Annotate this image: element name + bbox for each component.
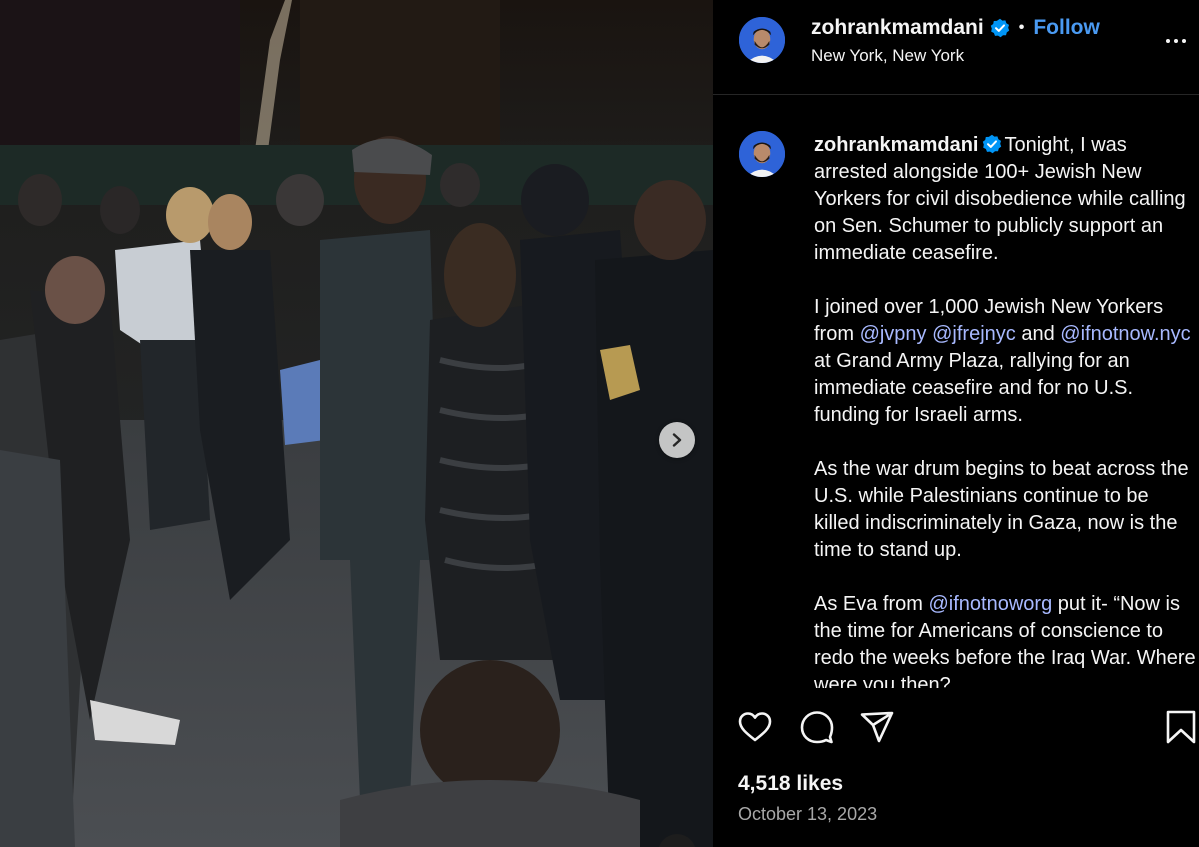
caption-paragraph: As the war drum begins to beat across th… [814, 458, 1189, 561]
mention-link[interactable]: @jvpny [860, 323, 927, 345]
like-count[interactable]: 4,518 likes [738, 772, 843, 796]
action-bar [713, 690, 1199, 760]
caption-text: and [1015, 323, 1061, 345]
caption-text: at Grand Army Plaza, rallying for an imm… [814, 350, 1134, 426]
mention-link[interactable]: @ifnotnoworg [928, 593, 1052, 615]
comment-bubble-icon [800, 711, 834, 744]
avatar-portrait [739, 17, 785, 63]
author-avatar[interactable] [737, 15, 787, 65]
post-date: October 13, 2023 [738, 804, 878, 824]
post-photo [0, 0, 713, 847]
instagram-post: zohrankmamdani • Follow New York, New Yo… [0, 0, 1199, 847]
mention-link[interactable]: @ifnotnow.nyc [1060, 323, 1190, 345]
post-location[interactable]: New York, New York [811, 46, 964, 66]
follow-button[interactable]: Follow [1033, 16, 1100, 40]
post-header: zohrankmamdani • Follow New York, New Yo… [713, 0, 1199, 95]
header-username[interactable]: zohrankmamdani [811, 16, 984, 40]
share-button[interactable] [859, 709, 895, 745]
heart-icon [738, 712, 772, 742]
avatar-portrait [739, 131, 785, 177]
caption-paragraph: I joined over 1,000 Jewish New Yorkers f… [814, 294, 1199, 429]
separator-dot: • [1018, 19, 1025, 36]
caption-author-avatar[interactable] [737, 129, 787, 179]
caption-paragraph: As Eva from @ifnotnoworg put it- “Now is… [814, 591, 1199, 688]
caption-text: As Eva from [814, 593, 929, 615]
post-caption: zohrankmamdani Tonight, I was arrested a… [814, 132, 1199, 688]
verified-badge-icon [990, 18, 1009, 38]
more-options-icon[interactable] [1163, 28, 1189, 54]
header-author: zohrankmamdani • Follow [811, 16, 1100, 40]
chevron-right-icon [672, 433, 682, 447]
like-button[interactable] [737, 709, 773, 745]
paper-plane-icon [860, 711, 894, 743]
next-slide-button[interactable] [659, 422, 695, 458]
post-sidebar: zohrankmamdani • Follow New York, New Yo… [713, 0, 1199, 847]
caption-username[interactable]: zohrankmamdani [814, 134, 978, 156]
verified-badge-icon [983, 134, 1002, 154]
post-media[interactable] [0, 0, 713, 847]
caption-area: zohrankmamdani Tonight, I was arrested a… [713, 96, 1199, 688]
mention-link[interactable]: @jfrejnyc [932, 323, 1016, 345]
comment-button[interactable] [799, 709, 835, 745]
caption-paragraph: zohrankmamdani Tonight, I was arrested a… [814, 132, 1199, 267]
bookmark-icon [1166, 710, 1196, 744]
save-button[interactable] [1163, 709, 1199, 745]
